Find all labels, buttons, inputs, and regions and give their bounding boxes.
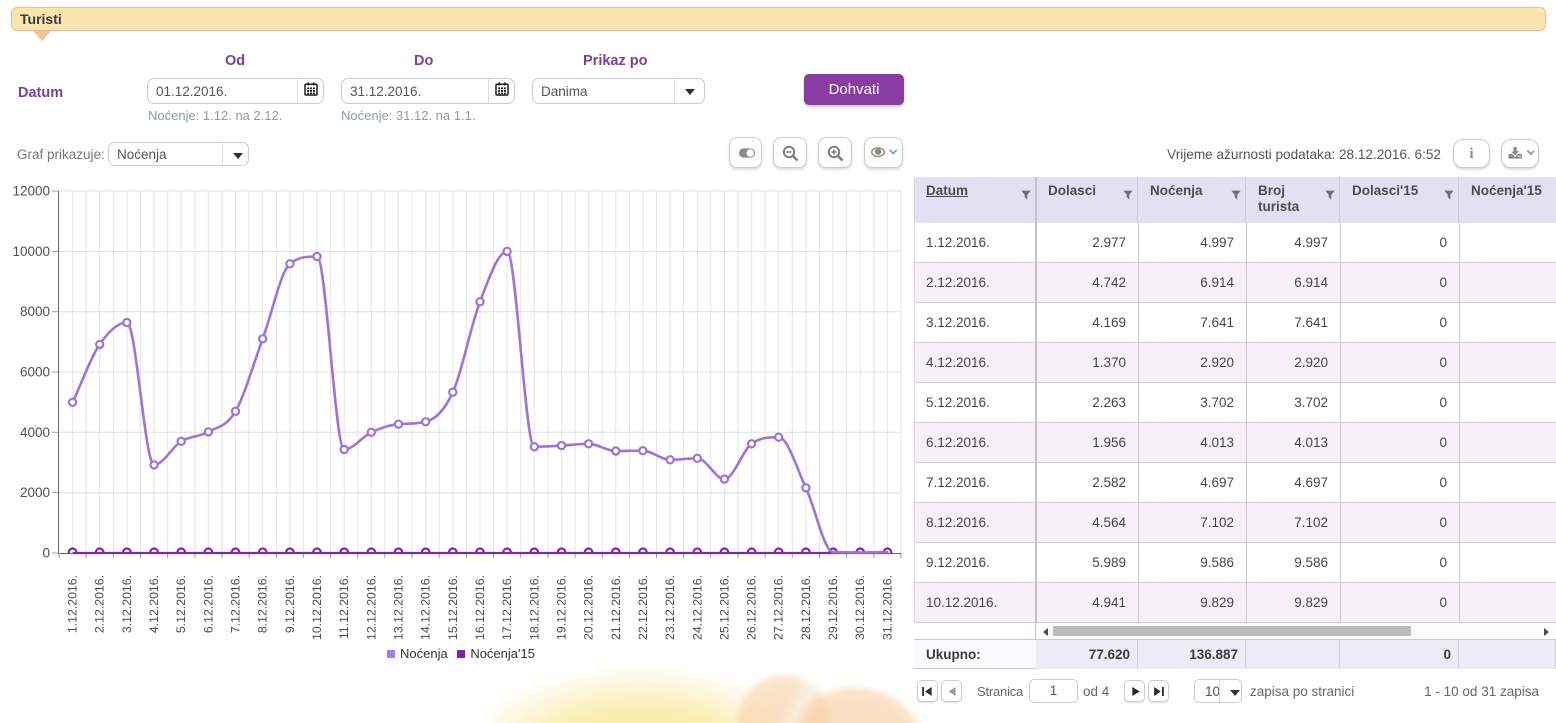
svg-text:0: 0 <box>42 546 50 561</box>
svg-text:23.12.2016.: 23.12.2016. <box>663 575 677 640</box>
svg-text:5.12.2016.: 5.12.2016. <box>174 575 188 633</box>
svg-text:12000: 12000 <box>12 184 50 199</box>
svg-text:18.12.2016.: 18.12.2016. <box>527 575 541 640</box>
svg-text:11.12.2016.: 11.12.2016. <box>337 575 351 639</box>
svg-text:19.12.2016.: 19.12.2016. <box>555 575 569 640</box>
svg-text:8.12.2016.: 8.12.2016. <box>256 575 270 633</box>
svg-text:26.12.2016.: 26.12.2016. <box>745 575 759 640</box>
svg-text:9.12.2016.: 9.12.2016. <box>283 575 297 633</box>
svg-text:12.12.2016.: 12.12.2016. <box>364 575 378 640</box>
svg-text:13.12.2016.: 13.12.2016. <box>392 575 406 640</box>
svg-text:29.12.2016.: 29.12.2016. <box>826 575 840 640</box>
svg-text:24.12.2016.: 24.12.2016. <box>690 575 704 640</box>
svg-text:4000: 4000 <box>20 425 50 440</box>
svg-text:16.12.2016.: 16.12.2016. <box>473 575 487 640</box>
svg-text:27.12.2016.: 27.12.2016. <box>772 575 786 640</box>
svg-text:28.12.2016.: 28.12.2016. <box>799 575 813 640</box>
svg-text:4.12.2016.: 4.12.2016. <box>147 575 161 633</box>
svg-text:10.12.2016.: 10.12.2016. <box>310 575 324 640</box>
svg-text:15.12.2016.: 15.12.2016. <box>446 575 460 640</box>
svg-text:6.12.2016.: 6.12.2016. <box>201 575 215 633</box>
svg-text:2.12.2016.: 2.12.2016. <box>93 575 107 633</box>
svg-text:3.12.2016.: 3.12.2016. <box>120 575 134 633</box>
svg-text:1.12.2016.: 1.12.2016. <box>66 575 80 633</box>
svg-text:25.12.2016.: 25.12.2016. <box>717 575 731 640</box>
svg-text:22.12.2016.: 22.12.2016. <box>636 575 650 640</box>
svg-text:14.12.2016.: 14.12.2016. <box>419 575 433 640</box>
svg-text:31.12.2016.: 31.12.2016. <box>880 575 894 640</box>
svg-text:20.12.2016.: 20.12.2016. <box>582 575 596 640</box>
svg-text:6000: 6000 <box>20 365 50 380</box>
svg-text:17.12.2016.: 17.12.2016. <box>500 575 514 640</box>
svg-text:30.12.2016.: 30.12.2016. <box>853 575 867 640</box>
svg-text:2000: 2000 <box>20 485 50 500</box>
svg-text:21.12.2016.: 21.12.2016. <box>609 575 623 640</box>
svg-text:8000: 8000 <box>20 304 50 319</box>
svg-text:7.12.2016.: 7.12.2016. <box>229 575 243 633</box>
svg-text:10000: 10000 <box>12 244 50 259</box>
